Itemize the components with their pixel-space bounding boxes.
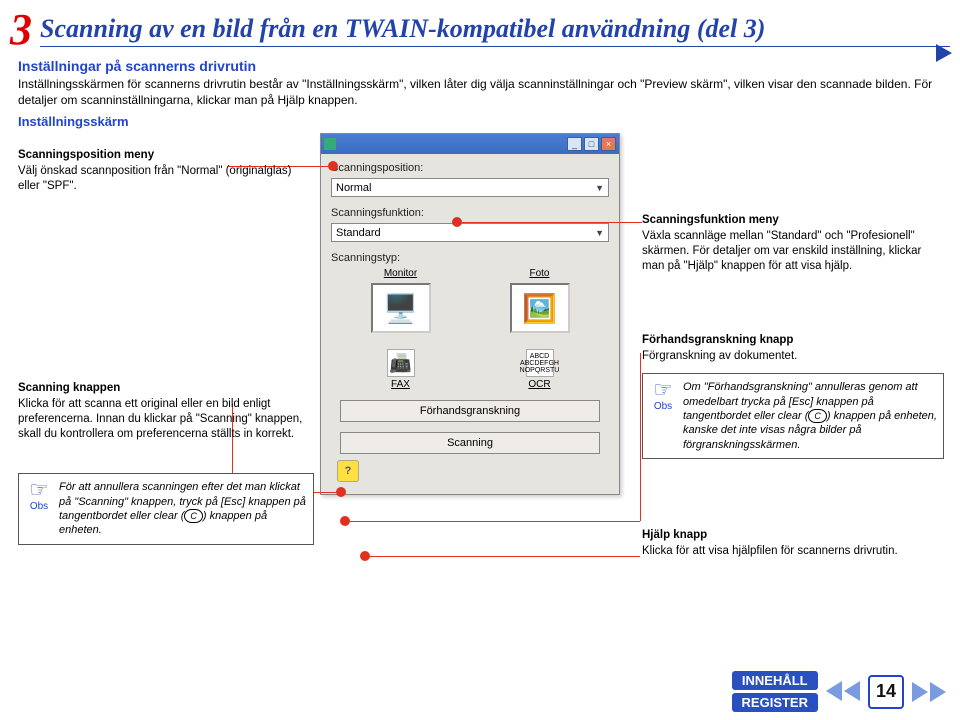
annotation-scanning-button: Scanning knappen Klicka för att scanna e… [18, 381, 308, 442]
close-button[interactable]: × [601, 137, 616, 151]
scan-type-label: Scanningstyp: [331, 252, 609, 264]
maximize-button[interactable]: □ [584, 137, 599, 151]
minimize-button[interactable]: _ [567, 137, 582, 151]
lead-line [462, 222, 642, 223]
lead-line [350, 521, 640, 522]
hand-icon: ☞ [29, 480, 49, 500]
scan-position-value: Normal [336, 182, 371, 194]
contents-button[interactable]: INNEHÅLL [732, 671, 818, 690]
scan-function-value: Standard [336, 227, 381, 239]
scanner-settings-dialog: _ □ × Scanningsposition: Normal ▼ Scanni… [320, 133, 620, 495]
ocr-icon: ABCDABCDEFGHNOPQRSTU [526, 349, 554, 377]
ocr-label: OCR [526, 379, 554, 390]
register-button[interactable]: REGISTER [732, 693, 818, 712]
lead-line [370, 556, 640, 557]
callout-dot [336, 487, 346, 497]
hand-icon: ☞ [653, 380, 673, 400]
callout-dot [360, 551, 370, 561]
lead-line [640, 353, 641, 521]
step-number: 3 [10, 8, 32, 52]
callout-dot [340, 516, 350, 526]
annotation-scan-function: Scanningsfunktion meny Växla scannläge m… [642, 213, 937, 274]
preview-button[interactable]: Förhandsgranskning [340, 400, 600, 422]
scan-type-foto[interactable]: Foto 🖼️ [510, 268, 570, 337]
anno-scanpos-body: Välj önskad scannposition från "Normal" … [18, 164, 298, 194]
obs-label: Obs [654, 400, 672, 413]
annotation-scan-position: Scanningsposition meny Välj önskad scann… [18, 148, 298, 194]
help-icon[interactable]: ? [337, 460, 359, 482]
annotation-help-button: Hjälp knapp Klicka för att visa hjälpfil… [642, 528, 937, 559]
monitor-type-underline: Monitor [371, 268, 431, 279]
section-subtitle: Inställningar på scannerns drivrutin [18, 58, 942, 74]
anno-scanbtn-heading: Scanning knappen [18, 381, 308, 396]
note1-text: För att annullera scanningen efter det m… [59, 480, 307, 537]
note-cancel-scanning: ☞ Obs För att annullera scanningen efter… [18, 473, 314, 544]
obs-label: Obs [30, 500, 48, 513]
page-title: Scanning av en bild från en TWAIN-kompat… [40, 14, 950, 47]
note-cancel-preview: ☞ Obs Om "Förhandsgranskning" annulleras… [642, 373, 944, 458]
note2-text: Om "Förhandsgranskning" annulleras genom… [683, 380, 937, 451]
dialog-titlebar: _ □ × [321, 134, 619, 154]
anno-scanbtn-body: Klicka för att scanna ett original eller… [18, 397, 308, 442]
title-arrow-decor [936, 44, 952, 62]
app-icon [324, 138, 336, 150]
chevron-down-icon: ▼ [595, 228, 604, 238]
clear-key-icon: C [808, 409, 827, 423]
clear-key-icon: C [184, 509, 203, 523]
anno-scanfunc-heading: Scanningsfunktion meny [642, 213, 937, 228]
scan-position-dropdown[interactable]: Normal ▼ [331, 178, 609, 197]
page-title-text: Scanning av en bild från en TWAIN-kompat… [40, 14, 765, 43]
photo-icon: 🖼️ [510, 283, 570, 333]
chevron-down-icon: ▼ [595, 183, 604, 193]
scan-position-label: Scanningsposition: [331, 162, 609, 174]
intro-paragraph: Inställningsskärmen för scannerns drivru… [18, 76, 942, 108]
scan-type-monitor[interactable]: Monitor 🖥️ [371, 268, 431, 337]
anno-preview-heading: Förhandsgranskning knapp [642, 333, 937, 348]
ocr-option[interactable]: ABCDABCDEFGHNOPQRSTU OCR [526, 349, 554, 390]
foto-type-underline: Foto [510, 268, 570, 279]
next-page-arrow[interactable] [912, 682, 946, 702]
anno-preview-body: Förgranskning av dokumentet. [642, 349, 937, 364]
scan-function-dropdown[interactable]: Standard ▼ [331, 223, 609, 242]
scanning-button[interactable]: Scanning [340, 432, 600, 454]
scan-function-label: Scanningsfunktion: [331, 207, 609, 219]
fax-icon: 📠 [387, 349, 415, 377]
annotation-preview-button: Förhandsgranskning knapp Förgranskning a… [642, 333, 937, 364]
monitor-icon: 🖥️ [371, 283, 431, 333]
anno-scanpos-heading: Scanningsposition meny [18, 148, 298, 163]
fax-option[interactable]: 📠 FAX [387, 349, 415, 390]
anno-help-heading: Hjälp knapp [642, 528, 937, 543]
settings-screen-label: Inställningsskärm [18, 114, 942, 129]
page-number: 14 [868, 675, 904, 709]
fax-label: FAX [387, 379, 415, 390]
page-footer-nav: INNEHÅLL REGISTER 14 [732, 671, 946, 712]
anno-help-body: Klicka för att visa hjälpfilen för scann… [642, 544, 937, 559]
anno-scanfunc-body: Växla scannläge mellan "Standard" och "P… [642, 229, 937, 274]
prev-page-arrow[interactable] [826, 681, 860, 703]
